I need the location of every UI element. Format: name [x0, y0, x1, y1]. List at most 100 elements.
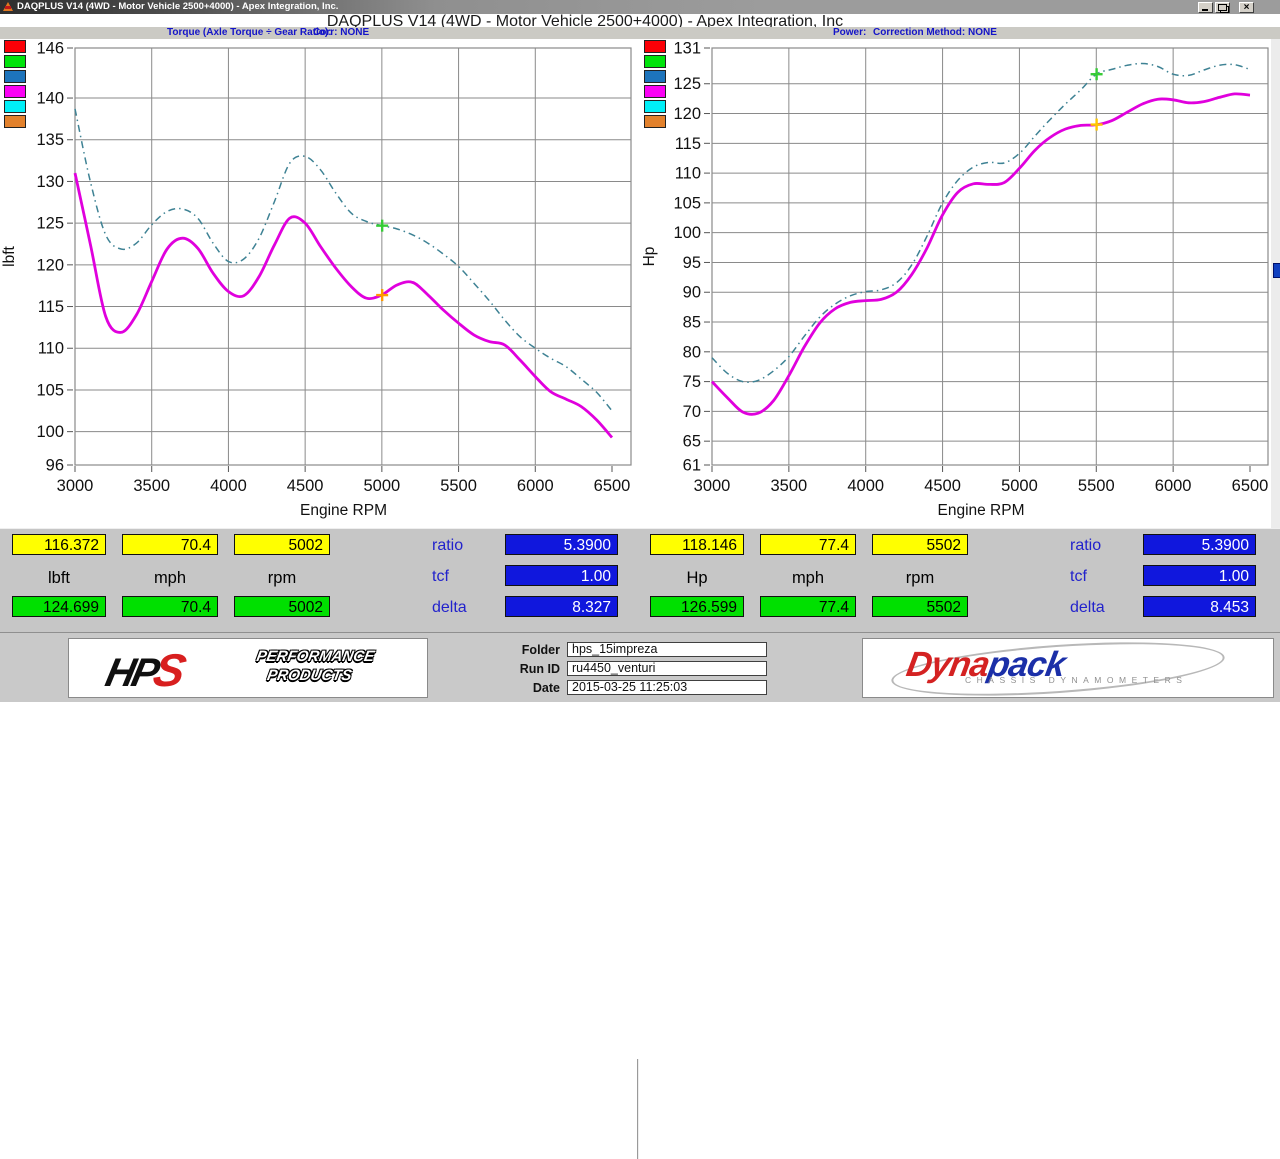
- svg-text:Engine RPM: Engine RPM: [300, 502, 387, 519]
- legend-swatch-0: [4, 40, 26, 53]
- svg-text:Engine RPM: Engine RPM: [937, 502, 1024, 519]
- charts-area: 3000 3500 4000 4500 5000 5500 6000 6500 96 100 105…: [0, 39, 1280, 528]
- svg-text:4000: 4000: [847, 477, 884, 495]
- torque-chart-legend: [4, 40, 28, 130]
- window-title: DAQPLUS V14 (4WD - Motor Vehicle 2500+40…: [17, 1, 338, 12]
- tables-divider: [637, 1059, 639, 1159]
- legend-swatch-1: [644, 55, 666, 68]
- svg-text:85: 85: [683, 314, 701, 332]
- cursor-value-mph: 70.4: [122, 534, 218, 555]
- unit-label-rpm: rpm: [234, 569, 330, 587]
- reference-value-lbft: 124.699: [12, 596, 106, 617]
- tcf-label: tcf: [432, 568, 449, 586]
- svg-text:3000: 3000: [694, 477, 731, 495]
- svg-text:6000: 6000: [1155, 477, 1192, 495]
- legend-swatch-1: [4, 55, 26, 68]
- date-label: Date: [502, 681, 560, 695]
- chart-headers-strip: Torque (Axle Torque ÷ Gear Ratio): Corr:…: [0, 27, 1280, 39]
- folder-label: Folder: [502, 643, 560, 657]
- svg-text:5500: 5500: [440, 477, 477, 495]
- runid-label: Run ID: [502, 662, 560, 676]
- delta-value: 8.453: [1143, 596, 1256, 617]
- svg-text:96: 96: [46, 457, 64, 475]
- restore-button[interactable]: [1215, 2, 1230, 13]
- dynapack-logo: Dynapack CHASSIS DYNAMOMETERS: [862, 638, 1274, 698]
- svg-text:110: 110: [675, 165, 701, 183]
- legend-swatch-4: [4, 100, 26, 113]
- power-chart[interactable]: 3000350040004500500055006000650061657075…: [640, 39, 1280, 528]
- reference-value-rpm: 5502: [872, 596, 968, 617]
- svg-text:6000: 6000: [517, 477, 554, 495]
- svg-text:131: 131: [673, 40, 701, 58]
- svg-text:100: 100: [36, 423, 64, 441]
- folder-field[interactable]: hps_15impreza: [567, 642, 767, 657]
- dynapack-subtext: CHASSIS DYNAMOMETERS: [965, 675, 1187, 685]
- legend-swatch-4: [644, 100, 666, 113]
- hps-logo-line1: PERFORMANCE: [255, 647, 376, 666]
- cursor-value-Hp: 118.146: [650, 534, 744, 555]
- svg-text:6500: 6500: [594, 477, 631, 495]
- legend-swatch-5: [4, 115, 26, 128]
- reference-value-Hp: 126.599: [650, 596, 744, 617]
- edge-marker-icon: [1273, 263, 1280, 278]
- footer-panel: HPS PERFORMANCE PRODUCTS Folder hps_15im…: [0, 632, 1280, 702]
- minimize-button[interactable]: [1198, 2, 1213, 13]
- unit-label-rpm: rpm: [872, 569, 968, 587]
- svg-text:3500: 3500: [133, 477, 170, 495]
- svg-text:75: 75: [683, 373, 701, 391]
- window-title-bar[interactable]: DAQPLUS V14 (4WD - Motor Vehicle 2500+40…: [0, 0, 1280, 14]
- ratio-value: 5.3900: [505, 534, 618, 555]
- svg-text:4500: 4500: [287, 477, 324, 495]
- unit-label-lbft: lbft: [12, 569, 106, 587]
- torque-chart[interactable]: 3000350040004500500055006000650096100105…: [0, 39, 640, 528]
- svg-text:140: 140: [36, 90, 64, 108]
- daqplus-window: { "window": { "title": "DAQPLUS V14 (4WD…: [0, 0, 1280, 702]
- svg-text:5000: 5000: [1001, 477, 1038, 495]
- svg-text:135: 135: [36, 131, 64, 149]
- svg-text:4500: 4500: [924, 477, 961, 495]
- legend-swatch-3: [4, 85, 26, 98]
- tcf-value: 1.00: [1143, 565, 1256, 586]
- hps-logo: HPS PERFORMANCE PRODUCTS: [68, 638, 428, 698]
- power-correction-label: Correction Method: NONE: [873, 27, 997, 39]
- power-chart-legend: [644, 40, 668, 130]
- hps-logo-line2: PRODUCTS: [266, 666, 373, 685]
- reference-value-mph: 70.4: [122, 596, 218, 617]
- svg-text:80: 80: [683, 343, 701, 361]
- cursor-value-rpm: 5502: [872, 534, 968, 555]
- ratio-value: 5.3900: [1143, 534, 1256, 555]
- readout-tables-panel: 116.37270.45002lbftmphrpm124.69970.45002…: [0, 528, 1280, 632]
- svg-text:115: 115: [675, 135, 701, 153]
- ratio-label: ratio: [432, 537, 463, 555]
- torque-header-label: Torque (Axle Torque ÷ Gear Ratio):: [167, 27, 332, 39]
- unit-label-mph: mph: [122, 569, 218, 587]
- legend-swatch-3: [644, 85, 666, 98]
- svg-text:100: 100: [673, 224, 701, 242]
- tcf-label: tcf: [1070, 568, 1087, 586]
- svg-text:110: 110: [38, 340, 64, 358]
- date-field[interactable]: 2015-03-25 11:25:03: [567, 680, 767, 695]
- unit-label-mph: mph: [760, 569, 856, 587]
- svg-text:146: 146: [36, 40, 64, 58]
- svg-text:125: 125: [673, 75, 701, 93]
- cursor-value-lbft: 116.372: [12, 534, 106, 555]
- svg-text:5500: 5500: [1078, 477, 1115, 495]
- svg-text:61: 61: [683, 457, 701, 475]
- close-button[interactable]: [1239, 2, 1254, 13]
- svg-text:3500: 3500: [770, 477, 807, 495]
- svg-text:120: 120: [673, 105, 701, 123]
- unit-label-Hp: Hp: [650, 569, 744, 587]
- svg-text:lbft: lbft: [1, 245, 18, 266]
- legend-swatch-2: [4, 70, 26, 83]
- cursor-value-rpm: 5002: [234, 534, 330, 555]
- hps-logo-text: PERFORMANCE PRODUCTS: [252, 647, 376, 685]
- svg-text:105: 105: [36, 381, 64, 399]
- svg-text:3000: 3000: [57, 477, 94, 495]
- svg-text:65: 65: [683, 433, 701, 451]
- torque-correction-label: Corr: NONE: [313, 27, 369, 39]
- window-edge-strip: [1271, 39, 1280, 528]
- cursor-value-mph: 77.4: [760, 534, 856, 555]
- reference-value-mph: 77.4: [760, 596, 856, 617]
- svg-text:95: 95: [683, 254, 701, 272]
- runid-field[interactable]: ru4450_venturi: [567, 661, 767, 676]
